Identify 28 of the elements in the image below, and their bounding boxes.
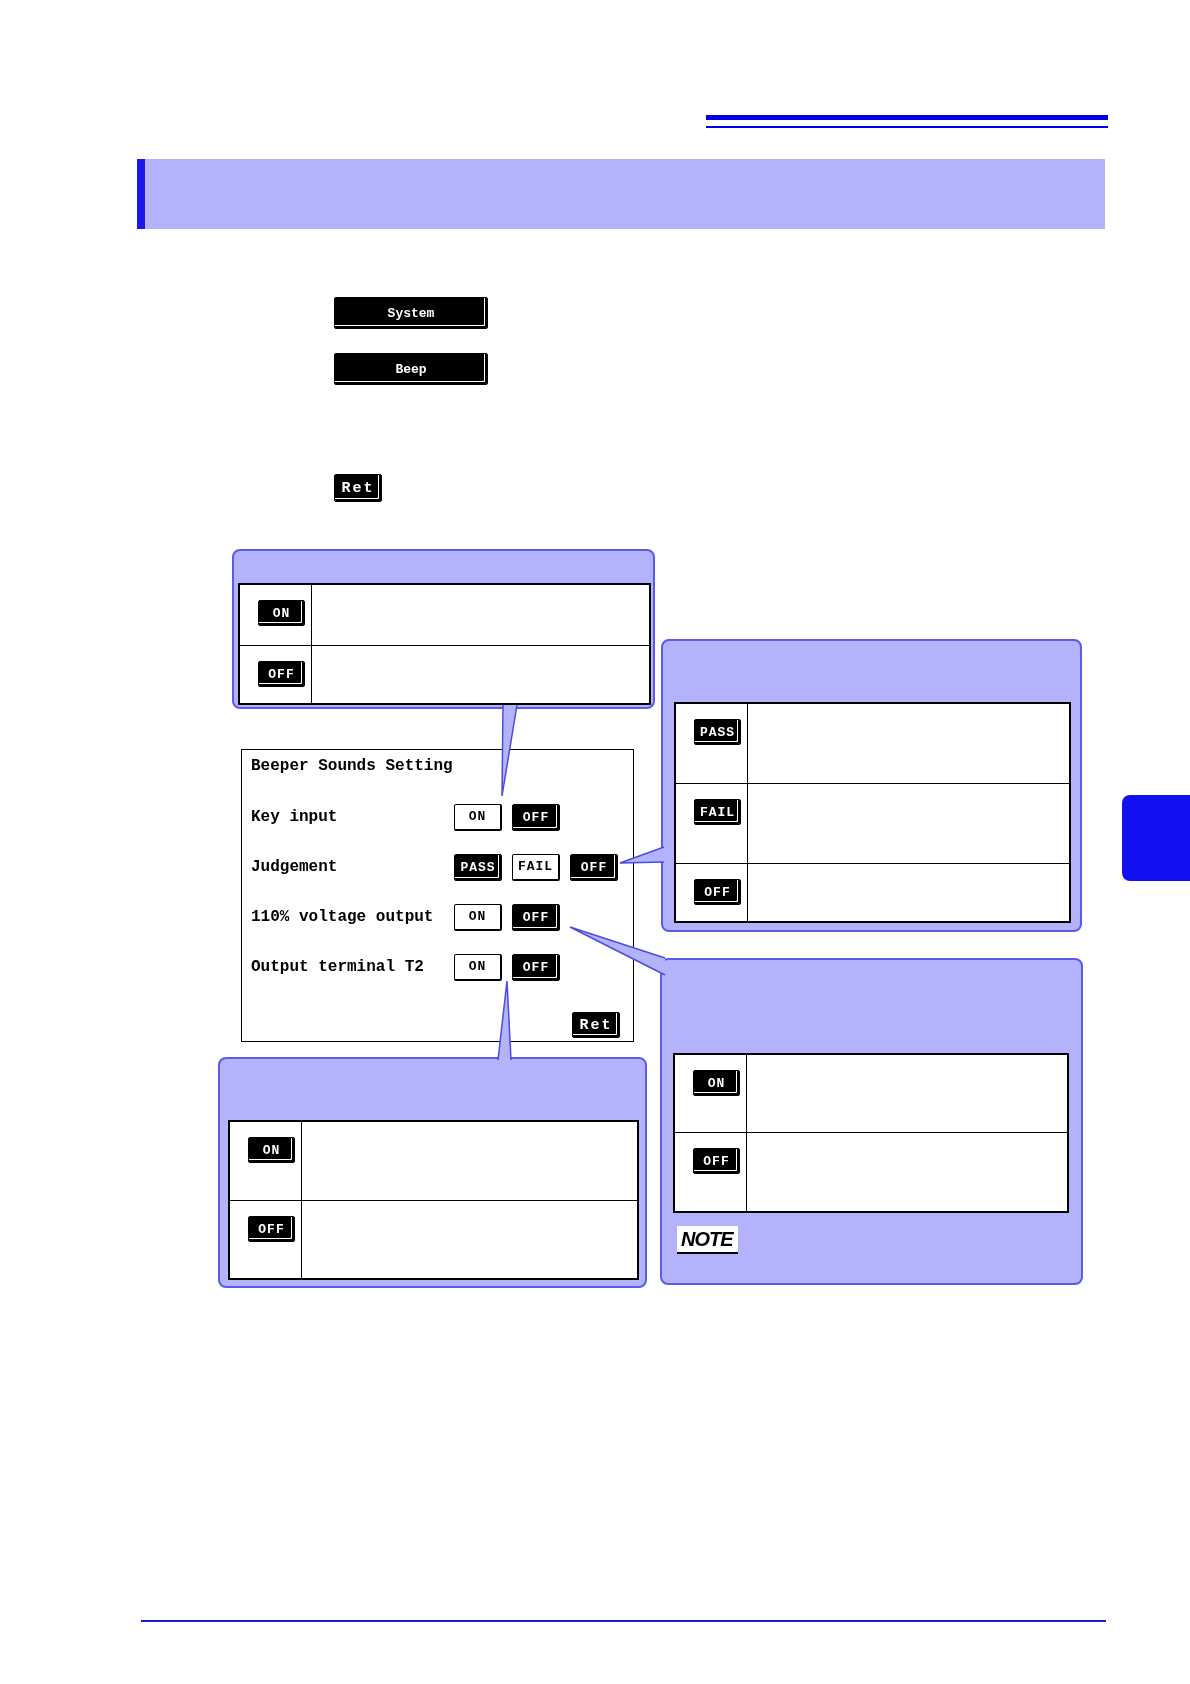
menu-button[interactable]: Beep [334, 353, 488, 385]
setting-label: Judgement [251, 857, 339, 877]
option-button[interactable]: ON [454, 953, 502, 981]
option-button[interactable]: FAIL [512, 853, 560, 881]
option-button[interactable]: PASS [454, 853, 502, 881]
setting-label: Key input [251, 807, 339, 827]
setting-label: Output terminal T2 [251, 957, 425, 977]
key-button[interactable]: ON [248, 1137, 295, 1163]
setting-label: 110% voltage output [251, 907, 435, 927]
screen-title: Beeper Sounds Setting [251, 756, 453, 776]
key-button[interactable]: PASS [694, 719, 741, 745]
key-button[interactable]: ON [693, 1070, 740, 1096]
return-button[interactable]: Ret [334, 474, 382, 502]
option-button[interactable]: OFF [512, 953, 560, 981]
menu-button[interactable]: System [334, 297, 488, 329]
key-button[interactable]: ON [258, 600, 305, 626]
option-button[interactable]: OFF [512, 803, 560, 831]
return-button[interactable]: Ret [572, 1012, 620, 1038]
key-button[interactable]: OFF [258, 661, 305, 687]
note-mark: NOTE [677, 1226, 738, 1254]
option-button[interactable]: OFF [512, 903, 560, 931]
key-button[interactable]: OFF [248, 1216, 295, 1242]
key-button[interactable]: FAIL [694, 799, 741, 825]
option-button[interactable]: ON [454, 903, 502, 931]
key-button[interactable]: OFF [694, 879, 741, 905]
option-button[interactable]: ON [454, 803, 502, 831]
key-button[interactable]: OFF [693, 1148, 740, 1174]
option-button[interactable]: OFF [570, 853, 618, 881]
